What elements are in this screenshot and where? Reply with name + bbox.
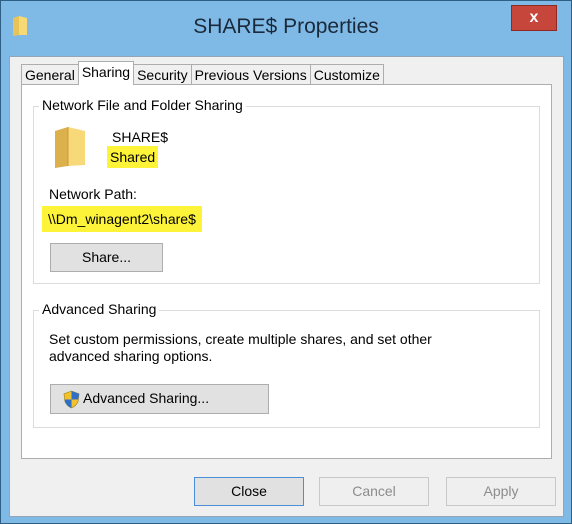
network-sharing-group: Network File and Folder Sharing SHARE$ S… <box>33 97 540 284</box>
close-button[interactable]: Close <box>194 477 304 506</box>
tab-strip: General Sharing Security Previous Versio… <box>21 61 384 85</box>
tab-general[interactable]: General <box>21 64 79 84</box>
tab-security[interactable]: Security <box>133 64 192 84</box>
sharing-tab-panel: Network File and Folder Sharing SHARE$ S… <box>21 84 552 459</box>
advanced-sharing-group-label: Advanced Sharing <box>39 301 160 317</box>
close-window-button[interactable]: x <box>511 5 557 31</box>
network-sharing-group-label: Network File and Folder Sharing <box>39 97 246 113</box>
properties-window: SHARE$ Properties x General Sharing Secu… <box>0 0 572 524</box>
advanced-sharing-button-label: Advanced Sharing... <box>83 390 210 406</box>
share-status: Shared <box>107 146 159 168</box>
share-name: SHARE$ <box>112 129 169 145</box>
network-path-label: Network Path: <box>49 186 137 202</box>
title-bar[interactable]: SHARE$ Properties x <box>1 1 571 56</box>
tab-customize[interactable]: Customize <box>309 64 384 84</box>
network-path-value: \\Dm_winagent2\share$ <box>42 206 202 232</box>
advanced-sharing-button[interactable]: Advanced Sharing... <box>50 384 269 414</box>
advanced-sharing-description-line1: Set custom permissions, create multiple … <box>49 331 432 347</box>
share-button[interactable]: Share... <box>50 243 163 272</box>
tab-previous-versions[interactable]: Previous Versions <box>190 64 311 84</box>
cancel-button[interactable]: Cancel <box>319 477 429 506</box>
advanced-sharing-group: Advanced Sharing Set custom permissions,… <box>33 301 540 428</box>
advanced-sharing-description-line2: advanced sharing options. <box>49 348 213 364</box>
folder-icon <box>55 127 85 168</box>
tab-sharing[interactable]: Sharing <box>77 61 135 85</box>
apply-button[interactable]: Apply <box>446 477 556 506</box>
window-title: SHARE$ Properties <box>193 15 379 38</box>
uac-shield-icon <box>63 390 80 409</box>
